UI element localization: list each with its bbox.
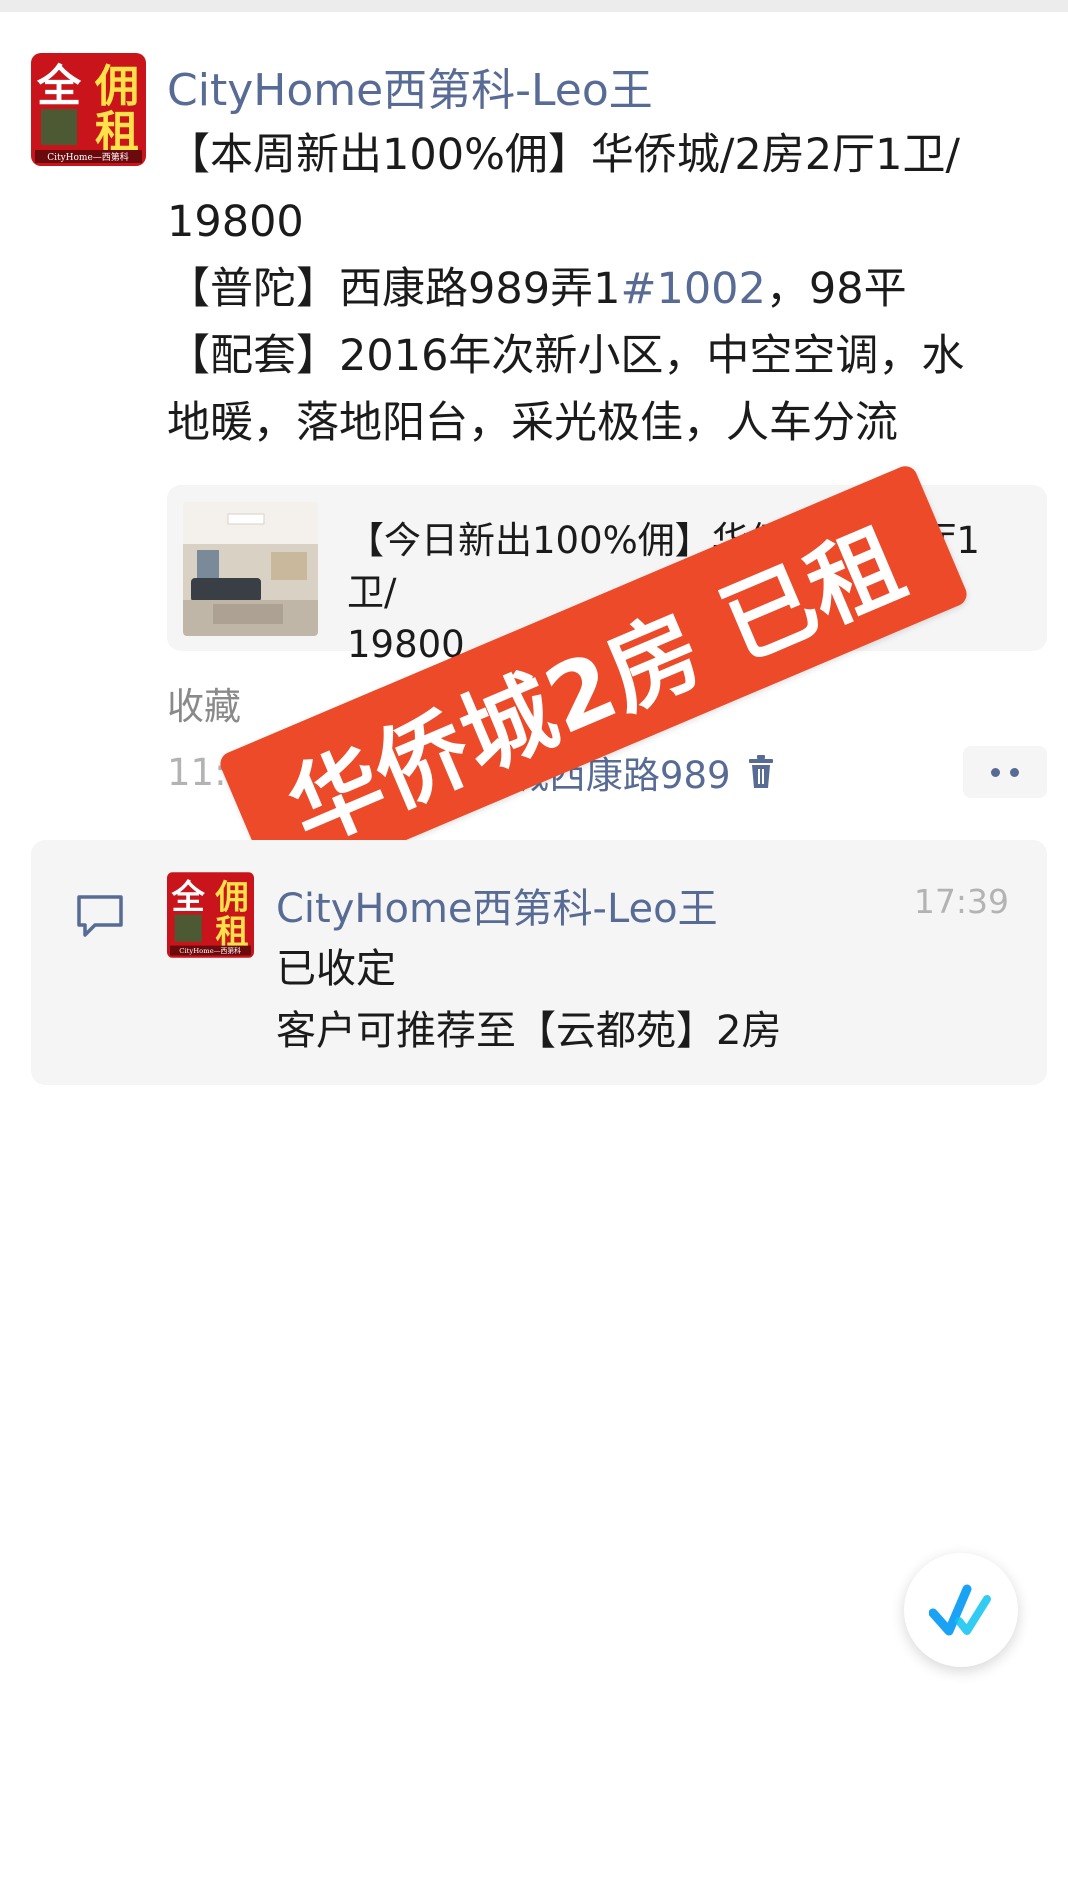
comment-text: 已收定 客户可推荐至【云都苑】2房 <box>276 938 781 1062</box>
post-line-5: 地暖，落地阳台，采光极佳，人车分流 <box>167 398 898 448</box>
comment-avatar-char-3: 租 <box>215 912 248 951</box>
post-line-3: 【普陀】西康路989弄1#1002，98平 <box>167 256 1027 323</box>
comment-bubble-icon <box>77 895 123 937</box>
more-dot <box>991 767 1000 777</box>
hashtag-link[interactable]: #1002 <box>620 264 765 314</box>
post-line-2: 19800 <box>167 197 304 247</box>
check-mark-icon <box>929 1584 991 1636</box>
avatar-caption: CityHome—西第科 <box>47 151 129 163</box>
status-strip <box>0 0 1068 12</box>
comment-avatar[interactable]: 全 佣 租 CityHome—西第科 <box>167 872 254 958</box>
comment-author[interactable]: CityHome西第科-Leo王 <box>276 876 718 934</box>
comment-avatar-char-2: 佣 <box>214 878 248 917</box>
post-body: 【本周新出100%佣】华侨城/2房2厅1卫/ 19800 【普陀】西康路989弄… <box>167 122 1027 457</box>
comment-line-1: 已收定 <box>276 946 396 992</box>
room-photo-thumbnail <box>183 502 318 636</box>
post-line-3-prefix: 【普陀】西康路989弄1 <box>167 264 621 314</box>
favorite-label: 收藏 <box>167 685 241 728</box>
post-avatar[interactable]: 全 佣 租 CityHome—西第科 <box>31 53 146 166</box>
post-line-3-suffix: ，98平 <box>765 264 907 314</box>
more-dots-icon[interactable] <box>963 746 1047 798</box>
comment-time: 17:39 <box>913 882 1009 921</box>
more-dot <box>1010 767 1019 777</box>
post-author[interactable]: CityHome西第科-Leo王 <box>167 54 653 118</box>
check-mark-button[interactable] <box>904 1553 1018 1667</box>
avatar-char-2: 佣 <box>94 61 139 112</box>
post-line-4: 【配套】2016年次新小区，中空空调，水 <box>167 331 965 381</box>
post-line-1: 【本周新出100%佣】华侨城/2房2厅1卫/ <box>167 130 960 180</box>
avatar-char-1: 全 <box>36 61 82 112</box>
trash-icon[interactable] <box>747 754 775 790</box>
comment-panel: 全 佣 租 CityHome—西第科 CityHome西第科-Leo王 17:3… <box>31 840 1047 1085</box>
comment-line-2: 客户可推荐至【云都苑】2房 <box>276 1008 782 1054</box>
comment-avatar-char-1: 全 <box>171 878 206 917</box>
comment-avatar-caption: CityHome—西第科 <box>179 946 241 955</box>
